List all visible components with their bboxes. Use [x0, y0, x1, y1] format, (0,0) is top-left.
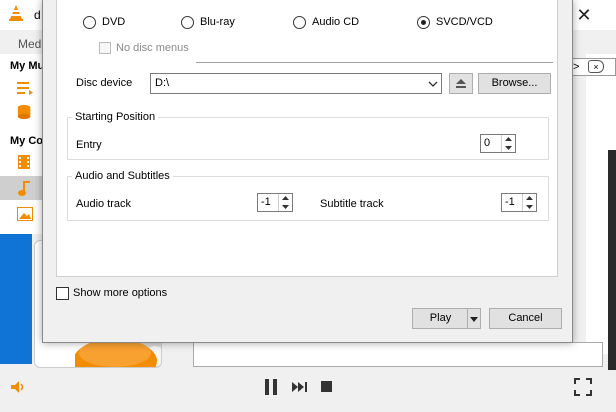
- library-icon[interactable]: [16, 104, 34, 120]
- subtitle-track-value: -1: [505, 196, 515, 208]
- playlist-view[interactable]: [193, 342, 603, 367]
- entry-spin-arrows[interactable]: [501, 135, 515, 152]
- audio-track-spin-arrows[interactable]: [278, 194, 292, 211]
- next-icon[interactable]: [292, 380, 308, 394]
- pictures-icon[interactable]: [16, 206, 34, 222]
- desktop-background: [0, 234, 32, 364]
- fullscreen-icon[interactable]: [574, 378, 592, 396]
- eject-icon: [456, 79, 466, 88]
- video-icon[interactable]: [16, 154, 34, 170]
- radio-dvd-circle[interactable]: [83, 15, 96, 29]
- no-disc-menus-label: No disc menus: [116, 42, 189, 54]
- stop-icon[interactable]: [321, 381, 332, 392]
- clear-icon[interactable]: ×: [588, 60, 604, 73]
- open-media-dialog: DVD Blu-ray Audio CD SVCD/VCD No disc me…: [42, 0, 573, 343]
- radio-audio-cd[interactable]: Audio CD: [293, 14, 359, 30]
- radio-audio-cd-label: Audio CD: [312, 16, 360, 28]
- spin-up-icon[interactable]: [279, 194, 292, 202]
- disc-device-label: Disc device: [76, 77, 133, 89]
- radio-bluray[interactable]: Blu-ray: [181, 14, 235, 30]
- entry-value: 0: [484, 137, 491, 149]
- radio-svcd-vcd[interactable]: SVCD/VCD: [417, 14, 493, 30]
- radio-bluray-circle[interactable]: [181, 15, 194, 29]
- chevron-down-icon[interactable]: [427, 78, 439, 90]
- disc-tab-panel: DVD Blu-ray Audio CD SVCD/VCD No disc me…: [56, 0, 558, 277]
- starting-position-title: Starting Position: [72, 111, 159, 123]
- show-more-options-checkbox[interactable]: [56, 287, 69, 300]
- subtitle-track-label: Subtitle track: [320, 198, 384, 210]
- chevron-down-icon: [470, 317, 478, 322]
- vlc-cone-icon: [9, 5, 23, 21]
- audio-track-spinbox[interactable]: -1: [257, 193, 293, 212]
- window-title: d: [34, 8, 41, 22]
- sidebar-header-my-music: My Mu: [10, 60, 45, 72]
- eject-button[interactable]: [449, 73, 473, 94]
- cancel-button[interactable]: Cancel: [489, 308, 562, 329]
- audio-track-value: -1: [261, 196, 271, 208]
- playback-controls: [0, 370, 616, 412]
- playlist-icon[interactable]: [16, 80, 34, 96]
- entry-label: Entry: [76, 139, 102, 151]
- disc-device-combo[interactable]: D:\: [150, 73, 442, 94]
- radio-svcd-vcd-label: SVCD/VCD: [436, 16, 493, 28]
- disc-device-value: D:\: [155, 77, 170, 89]
- music-icon[interactable]: [16, 180, 34, 196]
- radio-dvd[interactable]: DVD: [83, 14, 125, 30]
- pause-icon[interactable]: [262, 378, 280, 396]
- spin-up-icon[interactable]: [502, 135, 515, 143]
- search-fragment: >: [573, 61, 580, 73]
- radio-dvd-label: DVD: [102, 16, 126, 28]
- radio-audio-cd-circle[interactable]: [293, 15, 306, 29]
- play-button[interactable]: Play: [412, 308, 468, 329]
- separator: [196, 62, 553, 63]
- volume-icon[interactable]: [10, 380, 26, 394]
- no-disc-menus-checkbox[interactable]: [99, 42, 111, 54]
- spin-down-icon[interactable]: [502, 144, 515, 152]
- audio-track-label: Audio track: [76, 198, 132, 210]
- sidebar-header-my-computer: My Co: [10, 135, 43, 147]
- entry-spinbox[interactable]: 0: [480, 134, 516, 153]
- subtitle-track-spinbox[interactable]: -1: [501, 193, 537, 212]
- menu-media[interactable]: Medi: [18, 37, 44, 51]
- audio-subtitles-title: Audio and Subtitles: [72, 170, 173, 182]
- spin-down-icon[interactable]: [279, 203, 292, 211]
- browse-button[interactable]: Browse...: [478, 73, 551, 94]
- audio-subtitles-group: Audio and Subtitles Audio track -1 Subti…: [67, 170, 549, 221]
- radio-svcd-vcd-circle[interactable]: [417, 15, 430, 29]
- play-dropdown-button[interactable]: [467, 308, 481, 329]
- spin-up-icon[interactable]: [523, 194, 536, 202]
- close-icon[interactable]: ✕: [571, 3, 597, 27]
- desktop-background-right: [608, 150, 616, 400]
- subtitle-track-spin-arrows[interactable]: [522, 194, 536, 211]
- spin-down-icon[interactable]: [523, 203, 536, 211]
- show-more-options-label[interactable]: Show more options: [73, 287, 167, 299]
- radio-bluray-label: Blu-ray: [200, 16, 235, 28]
- starting-position-group: Starting Position Entry 0: [67, 111, 549, 160]
